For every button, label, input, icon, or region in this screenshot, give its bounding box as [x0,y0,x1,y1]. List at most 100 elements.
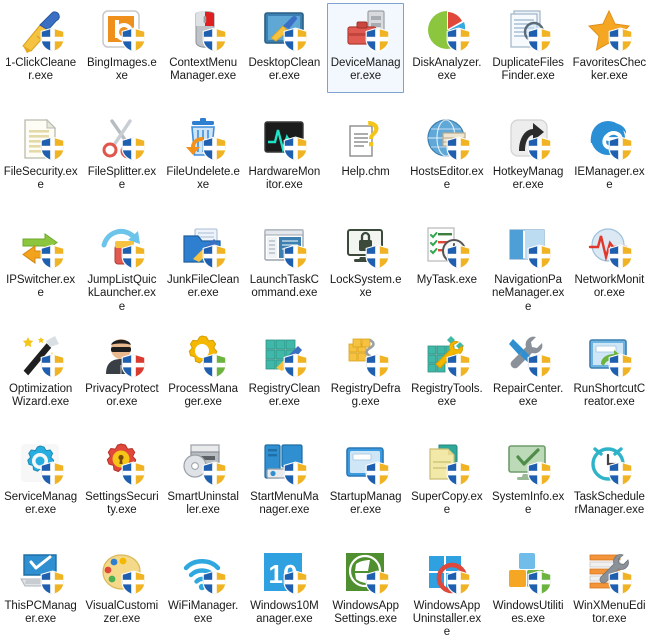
desktop-icon-label: SystemInfo.exe [491,491,565,518]
copy-pages-shield-icon[interactable] [423,440,471,488]
desktop-icon-item[interactable]: RegistryCleaner.exe [244,326,325,435]
window-shortcut-shield-icon[interactable] [585,332,633,380]
document-lines-shield-icon[interactable] [17,115,65,163]
heartbeat-screen-shield-icon[interactable] [260,115,308,163]
desktop-icon-item[interactable]: WinXMenuEditor.exe [569,543,650,636]
desktop-icon-item[interactable]: IEManager.exe [569,109,650,218]
window-blue-shield-icon[interactable] [342,440,390,488]
pc-monitor-check-shield-icon[interactable] [17,549,65,597]
desktop-icon-item[interactable]: LockSystem.exe [325,217,406,326]
jumplist-arrow-shield-icon[interactable] [98,223,146,271]
desktop-icon-label: ServiceManager.exe [4,491,78,518]
desktop-icon-item[interactable]: OptimizationWizard.exe [0,326,81,435]
desktop-icon-item[interactable]: DeviceManager.exe [325,0,406,109]
desktop-icon-item[interactable]: RepairCenter.exe [488,326,569,435]
screwdriver-wrench-shield-icon[interactable] [504,332,552,380]
desktop-icon-item[interactable]: StartMenuManager.exe [244,434,325,543]
desktop-icon-item[interactable]: ContextMenuManager.exe [163,0,244,109]
cyan-gear-shield-icon[interactable] [17,440,65,488]
desktop-icon-item[interactable]: RegistryTools.exe [406,326,487,435]
desktop-icon-item[interactable]: WindowsAppSettings.exe [325,543,406,636]
registry-cubes-broom-shield-icon[interactable] [260,332,308,380]
desktop-icon-item[interactable]: DuplicateFilesFinder.exe [488,0,569,109]
desktop-icon-item[interactable]: RunShortcutCreator.exe [569,326,650,435]
desktop-icon-item[interactable]: JumpListQuickLauncher.exe [81,217,162,326]
pulse-circle-shield-icon[interactable] [585,223,633,271]
wifi-shield-icon[interactable] [179,549,227,597]
windows-ten-shield-icon[interactable]: 10 [260,549,308,597]
desktop-icon-item[interactable]: FileSecurity.exe [0,109,81,218]
desktop-icon-item[interactable]: PrivacyProtector.exe [81,326,162,435]
desktop-icon-item[interactable]: WindowsUtilities.exe [488,543,569,636]
cubes-compress-shield-icon[interactable] [342,332,390,380]
desktop-icon-item[interactable]: VisualCustomizer.exe [81,543,162,636]
desktop-icon-item[interactable]: SettingsSecurity.exe [81,434,162,543]
desktop-icon-item[interactable]: SmartUninstaller.exe [163,434,244,543]
recycle-bin-undo-shield-icon[interactable] [179,115,227,163]
monitor-padlock-shield-icon[interactable] [342,223,390,271]
globe-shield-icon[interactable] [423,115,471,163]
two-arrows-shield-icon[interactable] [17,223,65,271]
desktop-icon-item[interactable]: HostsEditor.exe [406,109,487,218]
tower-panel-shield-icon[interactable] [260,440,308,488]
windows-logo-red-shield-icon[interactable] [423,549,471,597]
desktop-icon-item[interactable]: 1-ClickCleaner.exe [0,0,81,109]
desktop-icon-item[interactable]: ProcessManager.exe [163,326,244,435]
desktop-icon-item[interactable]: ThisPCManager.exe [0,543,81,636]
internet-explorer-shield-icon[interactable] [585,115,633,163]
desktop-icon-item[interactable]: IPSwitcher.exe [0,217,81,326]
desktop-icon-item[interactable]: FileUndelete.exe [163,109,244,218]
desktop-icon-item[interactable]: SuperCopy.exe [406,434,487,543]
desktop-icon-item[interactable]: RegistryDefrag.exe [325,326,406,435]
desktop-icon-item[interactable]: HotkeyManager.exe [488,109,569,218]
desktop-icon-item[interactable]: FileSplitter.exe [81,109,162,218]
help-question-document-icon[interactable] [342,115,390,163]
desktop-icon-item[interactable]: NetworkMonitor.exe [569,217,650,326]
yellow-gear-shield-icon[interactable] [179,332,227,380]
desktop-icon-item[interactable]: 10 Windows10Manager.exe [244,543,325,636]
red-gear-lock-shield-icon[interactable] [98,440,146,488]
desktop-icon-item[interactable]: Help.chm [325,109,406,218]
scissors-shield-icon[interactable] [98,115,146,163]
blocks-green-shield-icon[interactable] [504,549,552,597]
list-wrench-shield-icon[interactable] [585,549,633,597]
checklist-clock-shield-icon[interactable] [423,223,471,271]
toolbox-tower-shield-icon[interactable] [342,6,390,54]
desktop-icon-item[interactable]: TaskSchedulerManager.exe [569,434,650,543]
desktop-icon-item[interactable]: ServiceManager.exe [0,434,81,543]
mouse-shield-icon[interactable] [179,6,227,54]
desktop-icon-item[interactable]: JunkFileCleaner.exe [163,217,244,326]
desktop-icon-label: LaunchTaskCommand.exe [247,274,321,301]
spy-person-shield-icon[interactable] [98,332,146,380]
desktop-icon-item[interactable]: BingImages.exe [81,0,162,109]
window-list-shield-icon[interactable] [260,223,308,271]
cubes-wrench-shield-icon[interactable] [423,332,471,380]
arrow-key-shield-icon[interactable] [504,115,552,163]
documents-magnifier-shield-icon[interactable] [504,6,552,54]
desktop-icon-label: HardwareMonitor.exe [247,166,321,193]
desktop-icon-item[interactable]: HardwareMonitor.exe [244,109,325,218]
desktop-icon-item[interactable]: NavigationPaneManager.exe [488,217,569,326]
folder-broom-shield-icon[interactable] [179,223,227,271]
desktop-icon-item[interactable]: DiskAnalyzer.exe [406,0,487,109]
desktop-icon-item[interactable]: LaunchTaskCommand.exe [244,217,325,326]
desktop-icon-item[interactable]: MyTask.exe [406,217,487,326]
broom-shield-icon[interactable] [17,6,65,54]
desktop-icon-item[interactable]: StartupManager.exe [325,434,406,543]
cd-box-shield-icon[interactable] [179,440,227,488]
monitor-check-shield-icon[interactable] [504,440,552,488]
palette-shield-icon[interactable] [98,549,146,597]
desktop-broom-shield-icon[interactable] [260,6,308,54]
magic-wand-shield-icon[interactable] [17,332,65,380]
alarm-clock-shield-icon[interactable] [585,440,633,488]
green-windows-flag-shield-icon[interactable] [342,549,390,597]
desktop-icon-item[interactable]: FavoritesChecker.exe [569,0,650,109]
desktop-icon-item[interactable]: WiFiManager.exe [163,543,244,636]
pie-chart-shield-icon[interactable] [423,6,471,54]
split-pane-shield-icon[interactable] [504,223,552,271]
star-shield-icon[interactable] [585,6,633,54]
bing-logo-shield-icon[interactable] [98,6,146,54]
desktop-icon-item[interactable]: DesktopCleaner.exe [244,0,325,109]
desktop-icon-item[interactable]: SystemInfo.exe [488,434,569,543]
desktop-icon-item[interactable]: WindowsAppUninstaller.exe [406,543,487,636]
